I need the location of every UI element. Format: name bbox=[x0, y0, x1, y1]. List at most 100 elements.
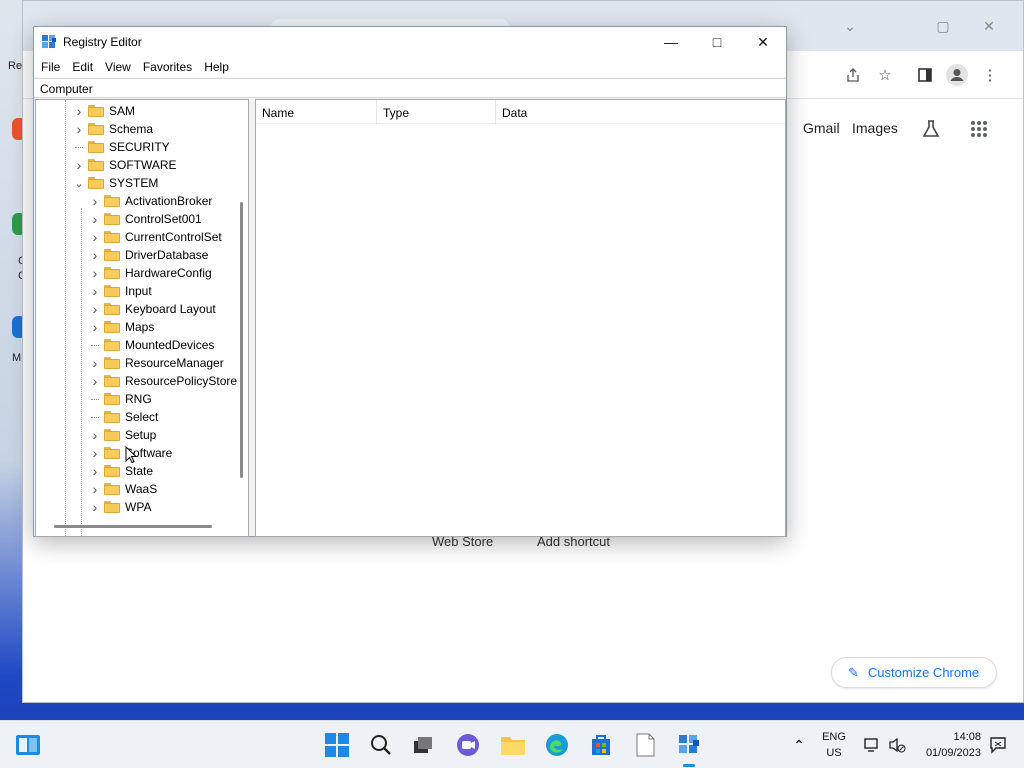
share-icon[interactable] bbox=[839, 61, 867, 89]
registry-tree[interactable]: › SAM › Schema SECURITY › SOFTWARE ⌄ SYSTEM › Acti… bbox=[35, 99, 249, 537]
edge-icon[interactable] bbox=[543, 731, 571, 759]
sidepanel-icon[interactable] bbox=[911, 61, 939, 89]
expand-chevron-icon[interactable]: › bbox=[89, 211, 101, 227]
menu-icon[interactable]: ⋮ bbox=[976, 61, 1004, 89]
profile-icon[interactable] bbox=[943, 61, 971, 89]
menu-help[interactable]: Help bbox=[200, 57, 237, 77]
labs-icon[interactable] bbox=[917, 115, 945, 143]
folder-icon bbox=[88, 159, 104, 171]
language-indicator[interactable]: ENG bbox=[820, 731, 848, 743]
folder-icon bbox=[104, 321, 120, 333]
column-type[interactable]: Type bbox=[377, 100, 496, 124]
tree-node-resourcepolicystore[interactable]: › ResourcePolicyStore bbox=[89, 372, 237, 390]
tree-node-label: WPA bbox=[125, 500, 152, 514]
expand-chevron-icon[interactable]: › bbox=[89, 481, 101, 497]
chrome-maximize-icon[interactable]: ▢ bbox=[928, 11, 958, 41]
tree-node-input[interactable]: › Input bbox=[89, 282, 152, 300]
expand-chevron-icon[interactable]: › bbox=[89, 499, 101, 515]
tree-node-setup[interactable]: › Setup bbox=[89, 426, 157, 444]
tree-node-sam[interactable]: › SAM bbox=[73, 102, 135, 120]
collapse-chevron-icon[interactable]: ⌄ bbox=[73, 177, 85, 190]
tree-node-rng[interactable]: RNG bbox=[89, 390, 152, 408]
expand-chevron-icon[interactable]: › bbox=[89, 319, 101, 335]
tree-node-label: DriverDatabase bbox=[125, 248, 209, 262]
tree-node-resourcemanager[interactable]: › ResourceManager bbox=[89, 354, 224, 372]
expand-chevron-icon[interactable]: › bbox=[73, 157, 85, 173]
regedit-close-icon[interactable]: ✕ bbox=[740, 27, 786, 57]
folder-icon bbox=[104, 339, 120, 351]
expand-chevron-icon[interactable]: › bbox=[73, 103, 85, 119]
file-explorer-icon[interactable] bbox=[499, 731, 527, 759]
expand-chevron-icon[interactable]: › bbox=[73, 121, 85, 137]
tree-node-label: CurrentControlSet bbox=[125, 230, 222, 244]
tree-node-security[interactable]: SECURITY bbox=[73, 138, 170, 156]
tree-node-hardwareconfig[interactable]: › HardwareConfig bbox=[89, 264, 212, 282]
tree-node-maps[interactable]: › Maps bbox=[89, 318, 155, 336]
menu-file[interactable]: File bbox=[37, 57, 68, 77]
store-icon[interactable] bbox=[587, 731, 615, 759]
notepad-icon[interactable] bbox=[631, 731, 659, 759]
tree-node-select[interactable]: Select bbox=[89, 408, 158, 426]
expand-chevron-icon[interactable]: › bbox=[89, 463, 101, 479]
expand-chevron-icon[interactable]: › bbox=[89, 373, 101, 389]
expand-chevron-icon[interactable]: › bbox=[89, 265, 101, 281]
tree-node-schema[interactable]: › Schema bbox=[73, 120, 153, 138]
tree-node-software[interactable]: › SOFTWARE bbox=[73, 156, 177, 174]
chrome-minimize-icon[interactable]: ⌄ bbox=[835, 11, 865, 41]
tree-horizontal-scrollbar[interactable] bbox=[54, 525, 212, 528]
network-icon[interactable] bbox=[858, 731, 886, 759]
region-indicator[interactable]: US bbox=[820, 747, 848, 759]
menu-favorites[interactable]: Favorites bbox=[139, 57, 200, 77]
folder-icon bbox=[104, 411, 120, 423]
start-icon[interactable] bbox=[323, 731, 351, 759]
tree-node-label: Schema bbox=[109, 122, 154, 136]
expand-chevron-icon[interactable]: › bbox=[89, 445, 101, 461]
expand-chevron-icon[interactable]: › bbox=[89, 193, 101, 209]
folder-icon bbox=[88, 141, 104, 153]
notifications-icon[interactable] bbox=[984, 731, 1012, 759]
tree-node-controlset001[interactable]: › ControlSet001 bbox=[89, 210, 202, 228]
widgets-icon[interactable] bbox=[14, 731, 42, 759]
images-link[interactable]: Images bbox=[852, 120, 898, 136]
column-name[interactable]: Name bbox=[256, 100, 377, 124]
menu-edit[interactable]: Edit bbox=[68, 57, 101, 77]
expand-chevron-icon[interactable]: › bbox=[89, 301, 101, 317]
tree-node-keyboard-layout[interactable]: › Keyboard Layout bbox=[89, 300, 216, 318]
gmail-link[interactable]: Gmail bbox=[803, 120, 840, 136]
expand-chevron-icon[interactable]: › bbox=[89, 427, 101, 443]
menu-view[interactable]: View bbox=[101, 57, 139, 77]
regedit-titlebar[interactable]: Registry Editor — □ ✕ bbox=[34, 27, 786, 57]
customize-chrome-button[interactable]: ✎ Customize Chrome bbox=[831, 657, 997, 688]
tree-node-driverdatabase[interactable]: › DriverDatabase bbox=[89, 246, 209, 264]
regedit-taskbar-icon[interactable] bbox=[675, 731, 703, 759]
column-data[interactable]: Data bbox=[496, 100, 776, 124]
clock-date[interactable]: 01/09/2023 bbox=[915, 747, 987, 759]
apps-grid-icon[interactable] bbox=[965, 115, 993, 143]
tree-node-label: ControlSet001 bbox=[125, 212, 202, 226]
tree-node-wpa[interactable]: › WPA bbox=[89, 498, 152, 516]
tree-node-label: Input bbox=[125, 284, 152, 298]
expand-chevron-icon[interactable]: › bbox=[89, 229, 101, 245]
regedit-maximize-icon[interactable]: □ bbox=[694, 27, 740, 57]
volume-muted-icon[interactable] bbox=[883, 731, 911, 759]
tree-vertical-scrollbar[interactable] bbox=[240, 202, 243, 478]
tree-node-state[interactable]: › State bbox=[89, 462, 153, 480]
search-icon[interactable] bbox=[367, 731, 395, 759]
task-view-icon[interactable] bbox=[409, 731, 437, 759]
values-list[interactable]: Name Type Data bbox=[255, 99, 786, 537]
tree-node-system[interactable]: ⌄ SYSTEM bbox=[73, 174, 158, 192]
clock-time[interactable]: 14:08 bbox=[915, 731, 987, 743]
tree-node-currentcontrolset[interactable]: › CurrentControlSet bbox=[89, 228, 222, 246]
expand-chevron-icon[interactable]: › bbox=[89, 247, 101, 263]
show-hidden-icons-icon[interactable]: ⌃ bbox=[785, 731, 813, 759]
tree-node-mounteddevices[interactable]: MountedDevices bbox=[89, 336, 214, 354]
chrome-close-icon[interactable]: ✕ bbox=[974, 11, 1004, 41]
chat-icon[interactable] bbox=[454, 731, 482, 759]
expand-chevron-icon[interactable]: › bbox=[89, 283, 101, 299]
star-icon[interactable]: ☆ bbox=[871, 61, 899, 89]
tree-node-waas[interactable]: › WaaS bbox=[89, 480, 158, 498]
expand-chevron-icon[interactable]: › bbox=[89, 355, 101, 371]
regedit-minimize-icon[interactable]: — bbox=[648, 27, 694, 57]
address-bar[interactable]: Computer bbox=[34, 78, 786, 98]
tree-node-activationbroker[interactable]: › ActivationBroker bbox=[89, 192, 213, 210]
